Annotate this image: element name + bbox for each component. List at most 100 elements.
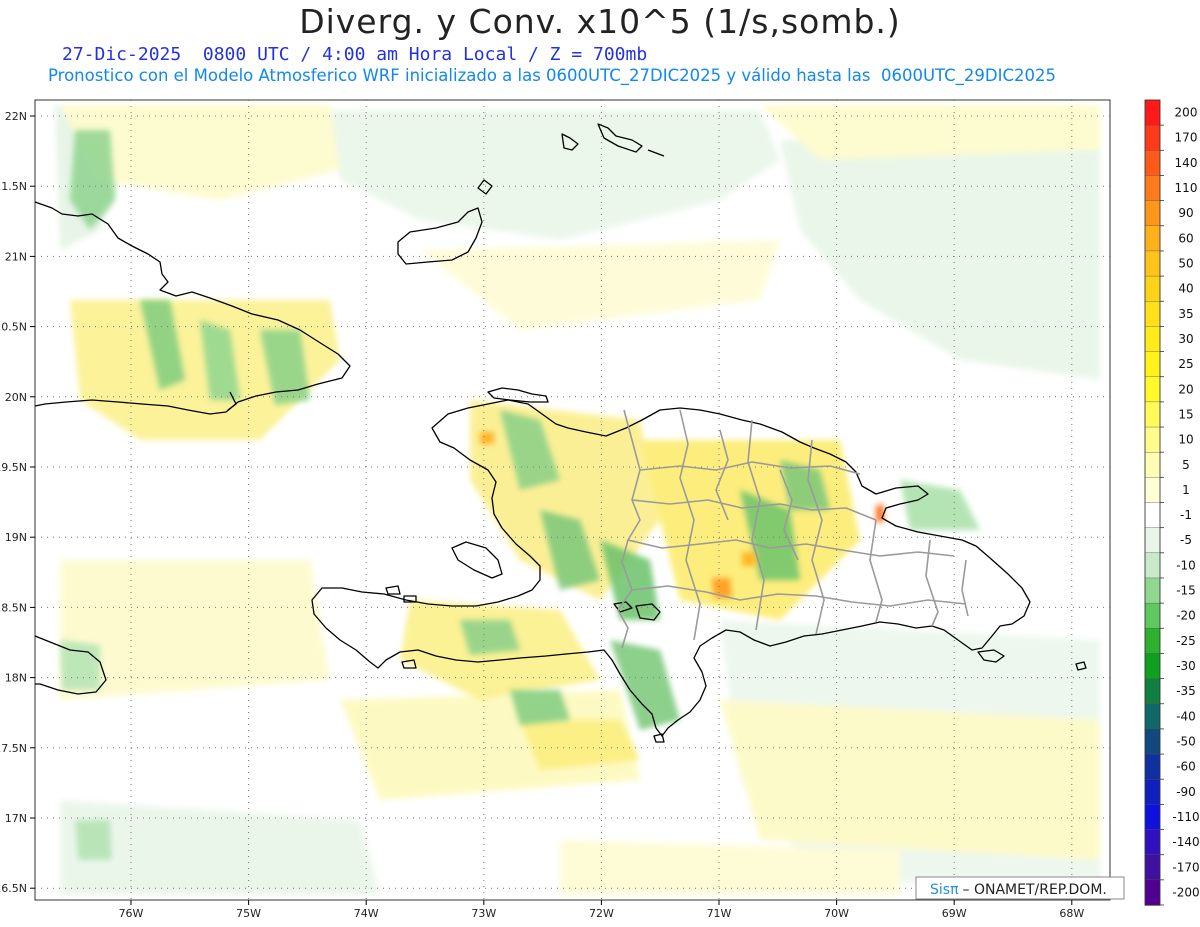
colorbar-swatch — [1144, 124, 1161, 152]
colorbar-swatch — [1144, 99, 1161, 126]
colorbar-label: -40 — [1176, 709, 1196, 723]
orange-area — [876, 505, 884, 522]
colorbar-label: -170 — [1172, 860, 1199, 874]
colorbar-label: 200 — [1175, 106, 1198, 120]
colorbar-swatch — [1144, 225, 1161, 252]
pi-glyph: π — [950, 882, 959, 898]
green-area — [460, 620, 520, 655]
colorbar-label: 90 — [1178, 206, 1193, 220]
colorbar-label: 140 — [1175, 156, 1198, 170]
latitude-labels: 22N 21.5N 21N 20.5N 20N 19.5N 19N 18.5N 18N 17.5N… — [0, 110, 35, 895]
colorbar-swatch — [1144, 602, 1161, 629]
colorbar-swatch — [1144, 703, 1161, 730]
colorbar-label: 15 — [1178, 407, 1193, 421]
colorbar-label: -10 — [1176, 558, 1196, 572]
orange-area — [480, 432, 494, 444]
colorbar-swatch — [1144, 779, 1161, 806]
colorbar-label: -25 — [1176, 634, 1196, 648]
colorbar-swatch — [1144, 527, 1161, 554]
lat-label: 21N — [5, 250, 27, 263]
colorbar-swatch — [1144, 451, 1161, 479]
colorbar-swatch — [1144, 879, 1161, 906]
lat-label: 18N — [5, 672, 27, 685]
colorbar-swatch — [1144, 653, 1161, 680]
colorbar-swatch — [1144, 753, 1161, 780]
green-area — [75, 820, 112, 860]
lon-label: 70W — [824, 907, 849, 920]
colorbar-label: -15 — [1176, 584, 1196, 598]
colorbar-label: 30 — [1178, 332, 1193, 346]
lat-label: 22N — [5, 110, 27, 123]
colorbar-swatch — [1144, 552, 1161, 579]
credit-box: Sisπ – ONAMET/REP.DOM. — [915, 876, 1125, 900]
lat-label: 20N — [5, 391, 27, 404]
colorbar-swatch — [1144, 678, 1161, 705]
colorbar-label: -5 — [1180, 533, 1192, 547]
colorbar-swatch — [1144, 250, 1161, 277]
green-area — [510, 690, 570, 725]
colorbar-label: -20 — [1176, 609, 1196, 623]
colorbar-swatch — [1144, 401, 1161, 428]
lat-label: 18.5N — [0, 601, 27, 614]
colorbar-swatch — [1144, 477, 1161, 504]
lon-label: 69W — [942, 907, 967, 920]
colorbar-label: -60 — [1176, 760, 1196, 774]
colorbar-swatch — [1144, 502, 1161, 529]
colorbar-swatch — [1144, 326, 1161, 353]
colorbar-swatch — [1144, 804, 1161, 831]
colorbar-label: 1 — [1182, 483, 1190, 497]
lon-label: 76W — [119, 907, 144, 920]
lat-label: 16.5N — [0, 882, 27, 895]
colorbar-label: -90 — [1176, 785, 1196, 799]
colorbar-swatch — [1144, 728, 1161, 755]
credit-sis: Sis — [930, 882, 950, 898]
lon-label: 68W — [1059, 907, 1084, 920]
colorbar-label: 35 — [1178, 307, 1193, 321]
colorbar-label: 110 — [1175, 181, 1198, 195]
colorbar-swatch — [1144, 376, 1161, 403]
lat-label: 20.5N — [0, 321, 27, 334]
colorbar-swatch — [1144, 577, 1161, 604]
colorbar: 200 170 140 110 90 60 50 40 35 30 25 20 15 10 5 1 -1 -5 -1… — [1144, 99, 1200, 906]
colorbar-label: -1 — [1180, 508, 1192, 522]
green-area — [60, 640, 100, 690]
colorbar-swatch — [1144, 275, 1161, 302]
lon-label: 72W — [589, 907, 614, 920]
light-yellow-area — [720, 700, 1100, 860]
lat-label: 21.5N — [0, 180, 27, 193]
colorbar-label: -110 — [1172, 810, 1199, 824]
colorbar-label: -200 — [1172, 885, 1199, 899]
lon-label: 73W — [471, 907, 496, 920]
orange-area — [742, 552, 756, 566]
svg-text:Sisπ– ONAMET/REP.DOM.: Sisπ – ONAMET/REP.DOM. — [930, 882, 1107, 898]
lon-label: 75W — [236, 907, 261, 920]
colorbar-label: 40 — [1178, 282, 1193, 296]
lat-label: 17N — [5, 812, 27, 825]
colorbar-label: -35 — [1176, 684, 1196, 698]
lon-label: 74W — [354, 907, 379, 920]
lat-label: 19N — [5, 531, 27, 544]
colorbar-swatch — [1144, 301, 1161, 328]
colorbar-label: 5 — [1182, 458, 1190, 472]
colorbar-swatch — [1144, 175, 1161, 202]
credit-org: – ONAMET/REP.DOM. — [963, 882, 1107, 898]
colorbar-label: 170 — [1175, 131, 1198, 145]
colorbar-swatch — [1144, 200, 1161, 227]
colorbar-label: -30 — [1176, 659, 1196, 673]
lat-label: 17.5N — [0, 742, 27, 755]
colorbar-label: 10 — [1178, 433, 1193, 447]
colorbar-swatch — [1144, 854, 1161, 881]
colorbar-swatch — [1144, 829, 1161, 856]
lon-label: 71W — [707, 907, 732, 920]
light-yellow-area — [60, 560, 330, 700]
colorbar-swatch — [1144, 426, 1161, 453]
light-yellow-area — [760, 105, 1100, 160]
map-canvas: 22N 21.5N 21N 20.5N 20N 19.5N 19N 18.5N 18N 17.5N… — [0, 99, 1200, 920]
colorbar-swatch — [1144, 351, 1161, 378]
lat-label: 19.5N — [0, 461, 27, 474]
colorbar-swatch — [1144, 150, 1161, 177]
colorbar-label: 25 — [1178, 357, 1193, 371]
colorbar-label: -50 — [1176, 734, 1196, 748]
colorbar-label: 20 — [1178, 382, 1193, 396]
colorbar-label: 60 — [1178, 231, 1193, 245]
